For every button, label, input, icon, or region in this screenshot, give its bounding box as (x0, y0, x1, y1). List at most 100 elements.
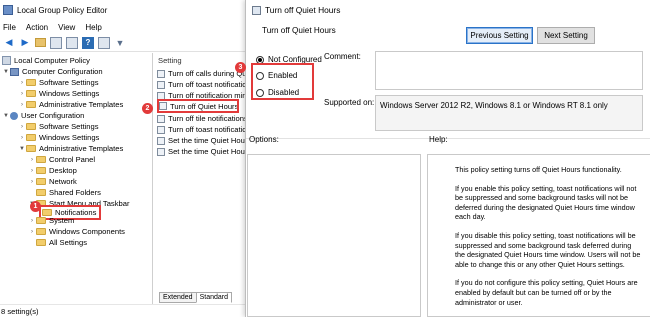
comment-field[interactable] (375, 51, 643, 90)
tree-item-local-computer-policy[interactable]: Local Computer Policy (2, 55, 90, 66)
divider (246, 138, 650, 139)
tree-item-computer-configuration[interactable]: ▼ Computer Configuration (2, 66, 103, 77)
chevron-down-icon[interactable]: ▼ (18, 146, 26, 152)
options-pane (247, 154, 421, 317)
folder-icon (26, 101, 36, 108)
computer-icon (10, 67, 19, 76)
help-icon[interactable]: ? (82, 36, 94, 49)
policy-setting-icon (157, 136, 165, 145)
show-hide-tree-icon[interactable] (50, 36, 62, 49)
policy-setting-icon (157, 114, 165, 123)
tab-standard[interactable]: Standard (195, 292, 233, 303)
folder-icon (26, 79, 36, 86)
folder-icon (36, 167, 46, 174)
chevron-right-icon[interactable]: › (18, 91, 26, 97)
tree-item-software-settings[interactable]: › Software Settings (18, 77, 99, 88)
tree-item-windows-components[interactable]: › Windows Components (28, 226, 125, 237)
previous-setting-button[interactable]: Previous Setting (466, 27, 533, 44)
tree-item-control-panel[interactable]: › Control Panel (28, 154, 95, 165)
chevron-down-icon[interactable]: ▼ (2, 69, 10, 75)
folder-icon (36, 189, 46, 196)
tree-item-system[interactable]: › System (28, 215, 74, 226)
list-item[interactable]: Turn off tile notifications (157, 113, 247, 124)
help-label: Help: (429, 135, 448, 144)
tree-item-shared-folders[interactable]: Shared Folders (28, 187, 101, 198)
list-item[interactable]: Turn off toast notifications on the lock… (157, 124, 247, 135)
chevron-right-icon[interactable]: › (28, 218, 36, 224)
dialog-title-bar: Turn off Quiet Hours (246, 0, 650, 20)
column-header-setting[interactable]: Setting (158, 56, 182, 65)
tree-item-label: Windows Settings (39, 133, 100, 142)
properties-icon[interactable] (98, 36, 110, 49)
list-item[interactable]: Set the time Quiet Hours begins each day (157, 135, 247, 146)
help-paragraph: If you do not configure this policy sett… (455, 278, 638, 307)
list-item-label: Set the time Quiet Hours ends each day (168, 147, 247, 156)
help-pane[interactable]: This policy setting turns off Quiet Hour… (427, 154, 650, 317)
tree-item-administrative-templates[interactable]: › Administrative Templates (18, 99, 123, 110)
folder-icon (36, 228, 46, 235)
chevron-right-icon[interactable]: › (28, 179, 36, 185)
comment-label: Comment: (324, 52, 361, 61)
menu-help[interactable]: Help (85, 23, 101, 32)
tab-extended[interactable]: Extended (159, 292, 197, 303)
folder-icon (36, 178, 46, 185)
step-badge-3: 3 (235, 62, 246, 73)
folder-up-icon[interactable] (35, 38, 46, 47)
menu-file[interactable]: File (3, 23, 16, 32)
list-item[interactable]: Turn off calls during Quiet Hours (157, 68, 247, 79)
help-paragraph: If you disable this policy setting, toas… (455, 230, 641, 269)
forward-arrow-icon[interactable]: ▶ (19, 37, 31, 49)
tree-item-label: Software Settings (39, 78, 99, 87)
tree-item-network[interactable]: › Network (28, 176, 77, 187)
editor-title: Local Group Policy Editor (17, 5, 108, 15)
policy-setting-icon (157, 80, 165, 89)
folder-icon (36, 156, 46, 163)
menu-view[interactable]: View (58, 23, 75, 32)
tree-item-label: Shared Folders (49, 188, 101, 197)
tree-item-desktop[interactable]: › Desktop (28, 165, 77, 176)
chevron-right-icon[interactable]: › (18, 135, 26, 141)
chevron-right-icon[interactable]: › (18, 80, 26, 86)
tree-item-user-configuration[interactable]: ▼ User Configuration (2, 110, 84, 121)
tree-item-user-windows-settings[interactable]: › Windows Settings (18, 132, 99, 143)
chevron-right-icon[interactable]: › (28, 168, 36, 174)
tree-item-all-settings[interactable]: All Settings (28, 237, 87, 248)
list-item[interactable]: Turn off toast notifications (157, 79, 247, 90)
chevron-right-icon[interactable]: › (18, 124, 26, 130)
tree-item-windows-settings[interactable]: › Windows Settings (18, 88, 99, 99)
step-badge-1: 1 (30, 201, 41, 212)
navigation-tree: Local Computer Policy ▼ Computer Configu… (0, 53, 153, 305)
toolbar: ◀ ▶ ? ▼ (0, 34, 260, 52)
user-icon (10, 111, 18, 120)
tree-item-user-software-settings[interactable]: › Software Settings (18, 121, 99, 132)
list-item[interactable]: Set the time Quiet Hours ends each day (157, 146, 247, 157)
computer-policy-icon (2, 56, 11, 65)
folder-icon (36, 217, 46, 224)
chevron-right-icon[interactable]: › (18, 102, 26, 108)
back-arrow-icon[interactable]: ◀ (3, 37, 15, 49)
step-badge-2: 2 (142, 103, 153, 114)
tree-item-label: Administrative Templates (39, 100, 124, 109)
supported-on-label: Supported on: (324, 98, 375, 107)
list-item-label: Turn off toast notifications (168, 80, 247, 89)
options-label: Options: (249, 135, 279, 144)
policy-setting-icon (157, 125, 165, 134)
status-bar: 8 setting(s) (0, 304, 250, 317)
tree-item-label: System (49, 216, 75, 225)
tree-item-user-administrative-templates[interactable]: ▼ Administrative Templates (18, 143, 123, 154)
tree-item-label: Local Computer Policy (14, 56, 90, 65)
policy-setting-icon (159, 102, 167, 110)
next-setting-button[interactable]: Next Setting (537, 27, 595, 44)
export-list-icon[interactable] (66, 36, 78, 49)
view-tabs: Extended Standard (159, 292, 233, 303)
chevron-right-icon[interactable]: › (28, 229, 36, 235)
folder-icon (26, 123, 36, 130)
supported-on-field: Windows Server 2012 R2, Windows 8.1 or W… (375, 95, 643, 131)
chevron-right-icon[interactable]: › (28, 157, 36, 163)
policy-setting-icon (157, 69, 165, 78)
menu-action[interactable]: Action (26, 23, 48, 32)
list-item-turn-off-quiet-hours[interactable]: Turn off Quiet Hours (157, 99, 239, 113)
tree-item-label: Computer Configuration (22, 67, 103, 76)
filter-icon[interactable]: ▼ (114, 37, 126, 49)
chevron-down-icon[interactable]: ▼ (2, 113, 10, 119)
